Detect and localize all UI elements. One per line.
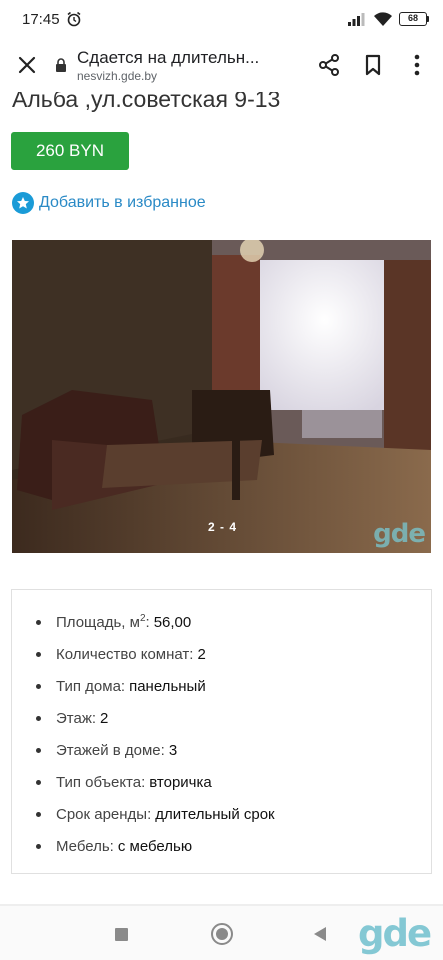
recents-square-icon[interactable] — [115, 928, 128, 941]
detail-value: 3 — [168, 741, 178, 759]
detail-value: панельный — [129, 677, 206, 695]
gde-logo: gde — [358, 912, 432, 955]
detail-rooms: Количество комнат: 2 — [12, 638, 431, 670]
lock-icon — [56, 58, 66, 72]
detail-floor: Этаж: 2 — [12, 702, 431, 734]
detail-floors-total: Этажей в доме: 3 — [12, 734, 431, 766]
detail-rent-term: Срок аренды: длительный срок — [12, 799, 431, 831]
battery-icon: 68 — [399, 12, 429, 26]
status-time: 17:45 — [22, 10, 60, 28]
detail-label: Срок аренды: — [56, 806, 152, 824]
listing-photo[interactable]: 2 - 4 gde — [12, 240, 431, 553]
wifi-icon — [374, 12, 392, 26]
signal-icon — [348, 13, 365, 26]
detail-label: Мебель: — [56, 838, 114, 856]
detail-label: Тип дома: — [56, 677, 126, 695]
detail-object-type: Тип объекта: вторичка — [12, 766, 431, 798]
bookmark-button[interactable] — [351, 43, 395, 87]
detail-furniture: Мебель: с мебелью — [12, 831, 431, 863]
bookmark-icon — [365, 54, 381, 76]
detail-value: 2 — [197, 645, 206, 663]
address-bar[interactable]: Сдается на длительн... nesvizh.gde.by — [77, 47, 273, 84]
more-vertical-icon — [414, 54, 420, 76]
close-icon — [18, 56, 36, 74]
favorites-label: Добавить в избранное — [39, 194, 206, 211]
page-content: Альба ,ул.советская 9-13 260 BYN Добавит… — [0, 92, 443, 904]
url-text: nesvizh.gde.by — [77, 68, 158, 83]
home-circle-icon[interactable] — [211, 923, 233, 945]
alarm-icon — [67, 11, 81, 27]
battery-level: 68 — [399, 12, 427, 26]
photo-counter: 2 - 4 — [208, 520, 238, 534]
detail-value: с мебелью — [117, 838, 193, 856]
detail-value: длительный срок — [155, 806, 275, 824]
more-options-button[interactable] — [395, 43, 439, 87]
star-icon — [12, 192, 34, 214]
price-badge: 260 BYN — [11, 132, 129, 170]
photo-watermark: gde — [373, 519, 426, 549]
detail-label: Этаж: — [56, 709, 97, 727]
page-title: Сдается на длительн... — [77, 47, 260, 67]
detail-label: Количество комнат: — [56, 645, 194, 663]
add-to-favorites-link[interactable]: Добавить в избранное — [12, 192, 206, 214]
detail-value: вторичка — [149, 774, 212, 792]
detail-house-type: Тип дома: панельный — [12, 670, 431, 702]
back-triangle-icon[interactable] — [314, 927, 326, 941]
detail-label: Площадь, м2: — [56, 613, 150, 632]
listing-title: Альба ,ул.советская 9-13 — [12, 92, 281, 112]
status-bar: 17:45 68 — [0, 0, 443, 38]
detail-label: Этажей в доме: — [56, 741, 165, 759]
share-button[interactable] — [307, 43, 351, 87]
system-nav-bar: gde — [0, 906, 443, 960]
browser-header: Сдается на длительн... nesvizh.gde.by — [0, 38, 443, 92]
detail-value: 56,00 — [153, 613, 192, 631]
detail-value: 2 — [100, 709, 109, 727]
listing-details: Площадь, м2: 56,00 Количество комнат: 2 … — [11, 589, 432, 874]
close-button[interactable] — [5, 43, 49, 87]
detail-area: Площадь, м2: 56,00 — [12, 606, 431, 638]
detail-label: Тип объекта: — [56, 774, 146, 792]
share-icon — [319, 54, 339, 76]
